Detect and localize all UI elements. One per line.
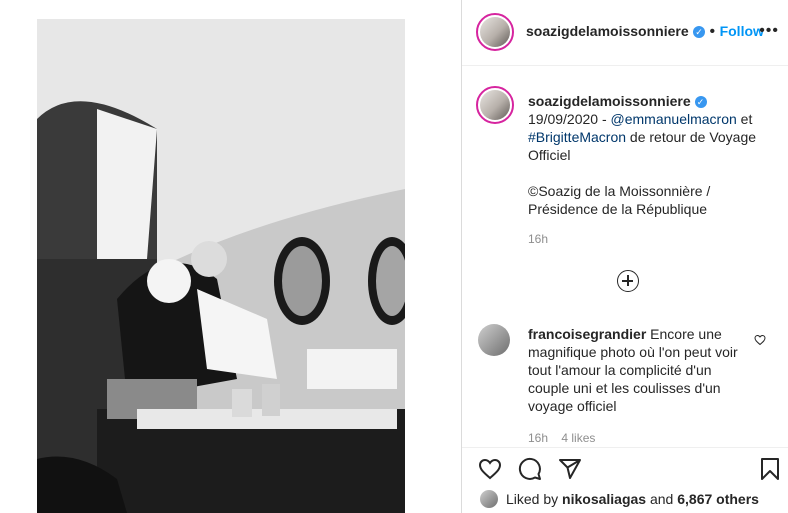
author-username[interactable]: soazigdelamoissonniere <box>526 23 689 39</box>
post-sidebar: soazigdelamoissonniere ✓ • Follow ••• so… <box>461 0 788 513</box>
likes-mid: and <box>646 491 678 507</box>
comment-likes[interactable]: 4 likes <box>561 431 595 445</box>
bookmark-icon[interactable] <box>758 457 782 481</box>
caption-text-mid: et <box>736 111 753 127</box>
hashtag-link[interactable]: #BrigitteMacron <box>528 129 626 145</box>
comment-heart-icon[interactable] <box>754 334 766 346</box>
photo-image <box>37 19 405 513</box>
author-avatar[interactable] <box>476 13 514 51</box>
comment-meta: 16h 4 likes <box>528 431 595 445</box>
verified-badge-icon: ✓ <box>693 25 706 38</box>
caption-credit-line1: ©Soazig de la Moissonnière / <box>528 183 711 199</box>
comment-time: 16h <box>528 431 549 445</box>
mention-link[interactable]: @emmanuelmacron <box>611 111 737 127</box>
share-icon[interactable] <box>558 457 582 481</box>
more-options-icon[interactable]: ••• <box>759 22 779 40</box>
caption-date: 19/09/2020 - <box>528 111 611 127</box>
likes-prefix: Liked by <box>506 491 563 507</box>
commenter-avatar[interactable] <box>478 324 510 356</box>
separator-dot: • <box>709 23 716 40</box>
comment-icon[interactable] <box>518 457 542 481</box>
likes-count[interactable]: 6,867 others <box>677 491 759 507</box>
caption-credit-line2: Présidence de la République <box>528 201 708 217</box>
liker-username[interactable]: nikosaliagas <box>562 491 646 507</box>
post-header: soazigdelamoissonniere ✓ • Follow ••• <box>462 0 788 66</box>
liker-avatar[interactable] <box>480 490 498 508</box>
post-photo[interactable] <box>37 19 405 513</box>
heart-icon[interactable] <box>478 457 502 481</box>
follow-button[interactable]: Follow <box>720 23 764 39</box>
likes-summary: Liked by nikosaliagas and 6,867 others <box>506 491 759 507</box>
verified-badge-icon: ✓ <box>694 96 707 109</box>
caption-avatar[interactable] <box>476 86 514 124</box>
comment-author[interactable]: francoisegrandier <box>528 326 646 342</box>
caption-time: 16h <box>528 232 549 246</box>
comment: francoisegrandier Encore une magnifique … <box>528 325 753 415</box>
caption: soazigdelamoissonniere ✓ 19/09/2020 - @e… <box>528 92 776 218</box>
media-panel <box>0 0 461 513</box>
caption-author[interactable]: soazigdelamoissonniere <box>528 93 691 109</box>
add-comments-icon[interactable] <box>617 270 639 292</box>
